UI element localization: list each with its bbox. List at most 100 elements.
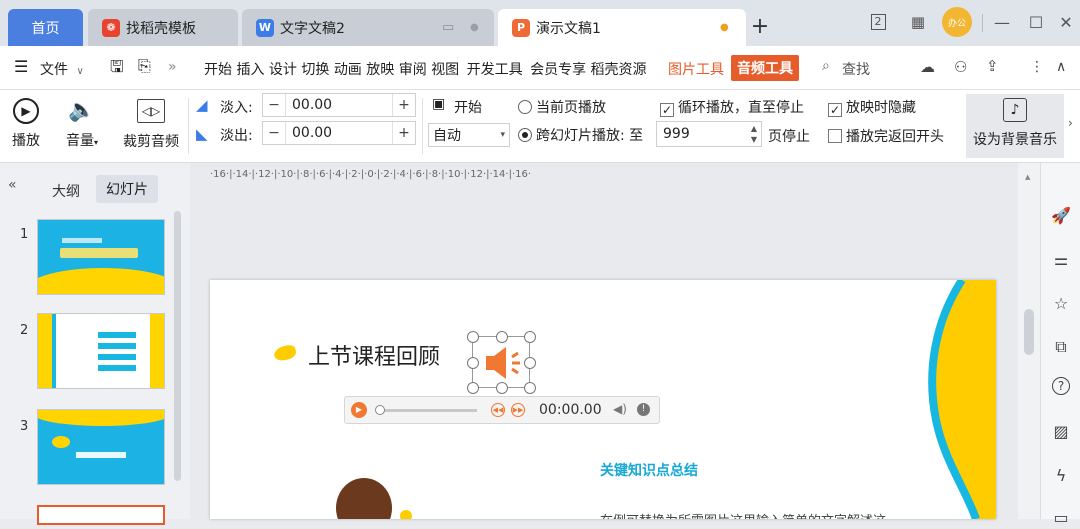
more-icon[interactable]: » bbox=[168, 59, 177, 75]
adjust-icon[interactable]: ⚌ bbox=[1049, 247, 1073, 271]
menu-item-transition[interactable]: 切换 bbox=[301, 62, 329, 78]
loop-checkbox[interactable]: ✓ 循环播放，直至停止 bbox=[660, 97, 804, 117]
slide-thumbnail-1[interactable] bbox=[37, 219, 165, 295]
transition-icon[interactable]: ⧉ bbox=[1049, 335, 1073, 359]
collaborate-icon[interactable]: ⚇ bbox=[954, 58, 967, 76]
menu-item-docer[interactable]: 稻壳资源 bbox=[591, 62, 647, 78]
export-icon[interactable]: ⎘ bbox=[138, 56, 151, 76]
slide-title[interactable]: 上节课程回顾 bbox=[308, 339, 440, 371]
menu-item-start[interactable]: 开始 bbox=[204, 62, 232, 78]
menu-audio-tools[interactable]: 音频工具 bbox=[731, 55, 799, 81]
editing-canvas[interactable]: ·16·|·14·|·12·|·10·|·8·|·6·|·4·|·2·|·0·|… bbox=[190, 163, 1040, 519]
tab-home[interactable]: 首页 bbox=[8, 9, 83, 46]
rewind-checkbox[interactable]: 播放完返回开头 bbox=[828, 126, 944, 146]
image-edit-icon[interactable]: ▨ bbox=[1049, 419, 1073, 443]
close-icon[interactable]: ✕ bbox=[1054, 10, 1078, 34]
resize-handle[interactable] bbox=[524, 331, 536, 343]
tab-writer[interactable]: W 文字文稿2 ▭ ● bbox=[242, 9, 494, 46]
tab-templates[interactable]: ❁ 找稻壳模板 bbox=[88, 9, 238, 46]
seek-track[interactable] bbox=[377, 409, 477, 412]
fade-in-stepper[interactable]: − 00.00 + bbox=[262, 93, 416, 117]
tab-home-label: 首页 bbox=[31, 20, 60, 37]
resize-handle[interactable] bbox=[467, 382, 479, 394]
scroll-thumb[interactable] bbox=[1024, 309, 1034, 355]
player-volume-icon[interactable]: ◀) bbox=[613, 402, 627, 416]
slide-thumbnail-4[interactable] bbox=[37, 505, 165, 525]
resize-handle[interactable] bbox=[467, 357, 479, 369]
tab-present[interactable]: P 演示文稿1 ● bbox=[498, 9, 746, 46]
lightning-icon[interactable]: ϟ bbox=[1049, 463, 1073, 487]
hide-on-show-checkbox[interactable]: ✓ 放映时隐藏 bbox=[828, 97, 916, 117]
menu-item-insert[interactable]: 插入 bbox=[236, 62, 264, 78]
ribbon-scroll-right-icon[interactable]: › bbox=[1068, 116, 1073, 130]
body-text[interactable]: 在例可替换为所需图片这里输入简单的文字解述这 bbox=[600, 510, 886, 519]
save-icon[interactable]: 🖫 bbox=[110, 56, 124, 83]
forward-button[interactable]: ▶▶ bbox=[511, 403, 525, 417]
tab-outline[interactable]: 大纲 bbox=[52, 181, 80, 201]
player-info-icon[interactable]: ! bbox=[637, 403, 650, 416]
cross-slide-value: 999 bbox=[663, 126, 690, 142]
current-page-radio[interactable]: 当前页播放 bbox=[518, 97, 606, 117]
menu-item-view[interactable]: 视图 bbox=[431, 62, 459, 78]
search-icon[interactable]: ⌕ bbox=[822, 58, 830, 74]
fade-out-stepper[interactable]: − 00.00 + bbox=[262, 121, 416, 145]
fade-out-minus-button[interactable]: − bbox=[263, 122, 285, 144]
share-icon[interactable]: ⇪ bbox=[986, 57, 999, 75]
tab-slides[interactable]: 幻灯片 bbox=[96, 175, 158, 203]
layout-icon[interactable]: 2 bbox=[866, 10, 890, 34]
fade-in-value[interactable]: 00.00 bbox=[285, 94, 393, 116]
menu-item-devtools[interactable]: 开发工具 bbox=[467, 62, 523, 78]
fade-out-plus-button[interactable]: + bbox=[393, 122, 415, 144]
resize-handle[interactable] bbox=[496, 331, 508, 343]
star-icon[interactable]: ☆ bbox=[1049, 291, 1073, 315]
kebab-icon[interactable]: ⋮ bbox=[1030, 59, 1044, 75]
panel-scrollbar[interactable] bbox=[174, 211, 181, 481]
fade-out-value[interactable]: 00.00 bbox=[285, 122, 393, 144]
slide-thumbnail-2[interactable] bbox=[37, 313, 165, 389]
menu-file[interactable]: 文件 ∨ bbox=[40, 59, 84, 79]
maximize-icon[interactable]: ☐ bbox=[1024, 10, 1048, 34]
cross-slide-input[interactable]: 999 ▲ ▼ bbox=[656, 121, 762, 147]
bg-music-button[interactable]: ♪ 设为背景音乐 bbox=[966, 94, 1064, 158]
search-label[interactable]: 查找 bbox=[842, 59, 870, 79]
menu-item-animation[interactable]: 动画 bbox=[334, 62, 362, 78]
help-icon[interactable]: ? bbox=[1052, 377, 1070, 395]
player-play-button[interactable]: ▶ bbox=[351, 402, 367, 418]
vertical-scrollbar[interactable]: ▲ bbox=[1018, 163, 1040, 519]
menu-item-slideshow[interactable]: 放映 bbox=[366, 62, 394, 78]
grid-icon[interactable]: ▦ bbox=[906, 10, 930, 34]
resize-handle[interactable] bbox=[524, 382, 536, 394]
collapse-ribbon-icon[interactable]: ∧ bbox=[1056, 59, 1066, 75]
key-points-heading[interactable]: 关键知识点总结 bbox=[600, 460, 698, 480]
rewind-button[interactable]: ◀◀ bbox=[491, 403, 505, 417]
slide-canvas[interactable]: 上节课程回顾 ▶ ◀◀ ▶▶ 00:00.00 ◀) ! 关键知识点总结 bbox=[210, 280, 996, 519]
scroll-up-icon[interactable]: ▲ bbox=[1025, 173, 1030, 181]
fade-in-plus-button[interactable]: + bbox=[393, 94, 415, 116]
menu-item-member[interactable]: 会员专享 bbox=[530, 62, 586, 78]
audio-object[interactable] bbox=[467, 331, 536, 394]
new-tab-button[interactable]: + bbox=[748, 14, 772, 39]
resize-handle[interactable] bbox=[524, 357, 536, 369]
resize-handle[interactable] bbox=[496, 382, 508, 394]
cloud-icon[interactable]: ☁ bbox=[920, 58, 935, 76]
menu-item-review[interactable]: 审阅 bbox=[399, 62, 427, 78]
trim-audio-button[interactable]: ◁▷ 裁剪音频 bbox=[118, 96, 184, 158]
start-dropdown[interactable]: 自动 ▾ bbox=[428, 123, 510, 147]
fade-in-minus-button[interactable]: − bbox=[263, 94, 285, 116]
slide-thumbnail-3[interactable] bbox=[37, 409, 165, 485]
seek-thumb[interactable] bbox=[375, 405, 385, 415]
menu-picture-tools[interactable]: 图片工具 bbox=[668, 59, 724, 79]
monitor-icon[interactable]: ▭ bbox=[442, 20, 454, 35]
rocket-icon[interactable]: 🚀 bbox=[1049, 203, 1073, 227]
play-button[interactable]: ▶ 播放 bbox=[8, 96, 44, 158]
cross-slide-radio[interactable]: 跨幻灯片播放: 至 bbox=[518, 125, 643, 145]
resize-handle[interactable] bbox=[467, 331, 479, 343]
collapse-panel-icon[interactable]: « bbox=[8, 177, 17, 193]
spin-icon[interactable]: ▲ ▼ bbox=[751, 123, 757, 145]
menu-item-design[interactable]: 设计 bbox=[269, 62, 297, 78]
volume-button[interactable]: 🔈 音量▾ bbox=[58, 96, 106, 158]
minimize-icon[interactable]: — bbox=[990, 10, 1014, 34]
book-icon[interactable]: ▭ bbox=[1049, 505, 1073, 529]
hamburger-icon[interactable]: ☰ bbox=[14, 57, 28, 76]
user-avatar[interactable]: 办公 bbox=[942, 7, 972, 37]
